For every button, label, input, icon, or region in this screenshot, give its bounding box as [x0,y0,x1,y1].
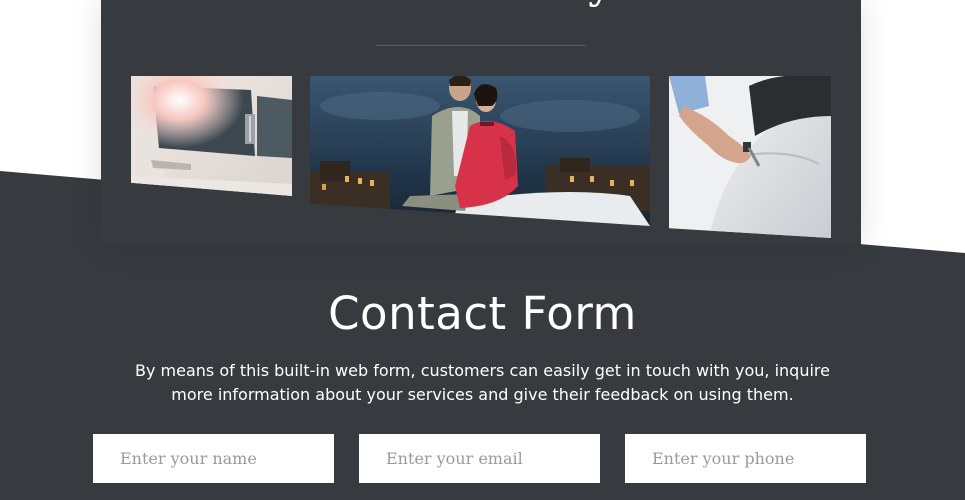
gallery-photo-limousine[interactable] [131,76,292,196]
gallery-title: Our Gallery [0,0,965,8]
gallery-divider [376,45,586,46]
gallery-photo-couple[interactable] [310,76,650,226]
contact-description: By means of this built-in web form, cust… [135,361,830,404]
phone-input[interactable] [625,434,866,483]
name-input[interactable] [93,434,334,483]
email-input[interactable] [359,434,600,483]
gallery-photo-car-door[interactable] [669,76,831,238]
contact-title: Contact Form [328,287,637,340]
